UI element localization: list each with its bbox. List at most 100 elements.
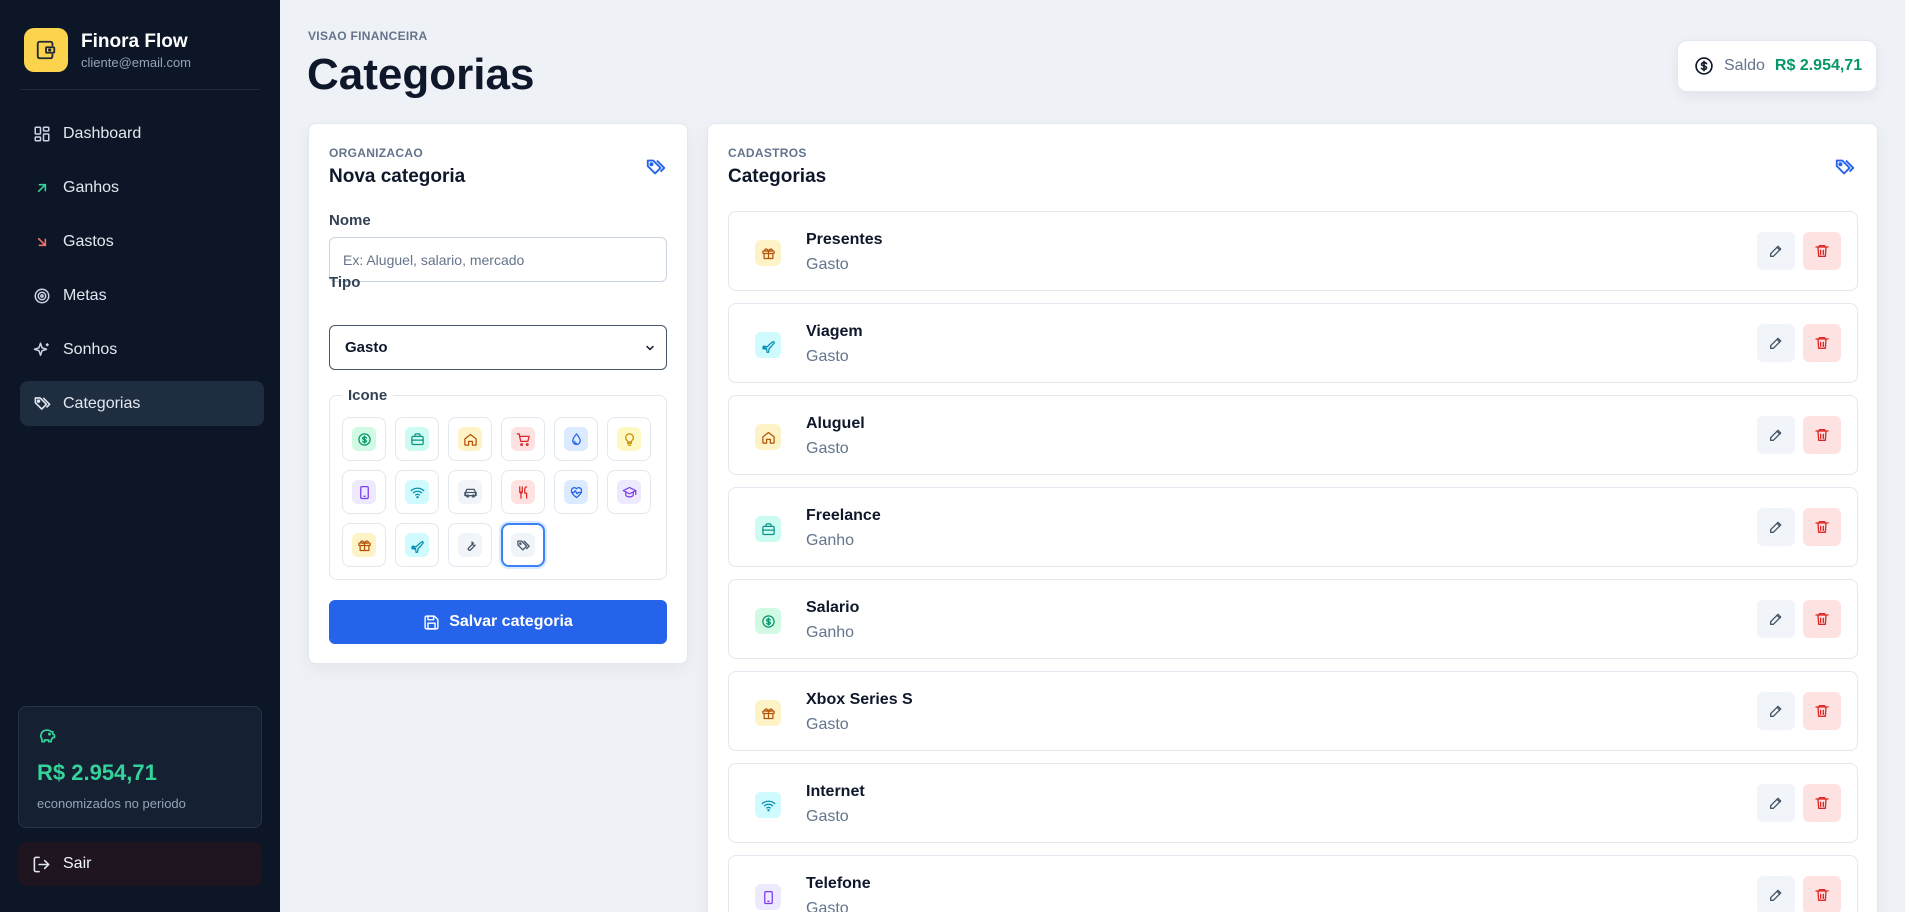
icon-option-dollar[interactable]	[342, 417, 386, 461]
category-type-select[interactable]: Gasto	[329, 325, 667, 370]
category-name: Salario	[806, 599, 860, 616]
delete-button[interactable]	[1803, 876, 1841, 912]
balance-badge: Saldo R$ 2.954,71	[1677, 40, 1877, 92]
icon-option-tag[interactable]	[501, 523, 545, 567]
edit-button[interactable]	[1757, 232, 1795, 270]
list-item: Internet Gasto	[728, 763, 1858, 843]
edit-button[interactable]	[1757, 324, 1795, 362]
cart-icon	[511, 427, 535, 451]
icon-option-heart-pulse[interactable]	[554, 470, 598, 514]
category-type: Gasto	[806, 348, 849, 365]
home-icon	[755, 424, 781, 450]
icon-option-wifi[interactable]	[395, 470, 439, 514]
list-item: Xbox Series S Gasto	[728, 671, 1858, 751]
edit-button[interactable]	[1757, 876, 1795, 912]
gift-icon	[755, 240, 781, 266]
icon-option-wrench[interactable]	[448, 523, 492, 567]
delete-button[interactable]	[1803, 508, 1841, 546]
card-eyebrow: ORGANIZACAO	[329, 146, 423, 160]
delete-button[interactable]	[1803, 600, 1841, 638]
new-category-card: ORGANIZACAO Nova categoria Nome Tipo Gas…	[308, 123, 688, 664]
icon-option-utensils[interactable]	[501, 470, 545, 514]
trash-icon	[1814, 335, 1830, 351]
card-title: Categorias	[728, 166, 827, 187]
dashboard-icon	[32, 124, 52, 144]
plane-icon	[405, 533, 429, 557]
savings-amount: R$ 2.954,71	[37, 760, 157, 785]
wrench-icon	[458, 533, 482, 557]
icon-option-gift[interactable]	[342, 523, 386, 567]
utensils-icon	[511, 480, 535, 504]
balance-label: Saldo	[1724, 57, 1765, 74]
trash-icon	[1814, 703, 1830, 719]
select-value: Gasto	[345, 339, 388, 356]
sidebar-item-sonhos[interactable]: Sonhos	[20, 327, 264, 372]
icon-option-droplet[interactable]	[554, 417, 598, 461]
category-name: Xbox Series S	[806, 691, 913, 708]
chevron-down-icon	[644, 342, 656, 354]
sidebar-item-dashboard[interactable]: Dashboard	[20, 111, 264, 156]
dollar-icon	[352, 427, 376, 451]
delete-button[interactable]	[1803, 416, 1841, 454]
delete-button[interactable]	[1803, 784, 1841, 822]
sidebar-item-label: Ganhos	[63, 178, 120, 196]
sidebar-item-label: Categorias	[63, 394, 141, 412]
list-item: Viagem Gasto	[728, 303, 1858, 383]
sidebar-nav: Dashboard Ganhos Gastos Metas Sonhos Cat…	[20, 111, 264, 435]
delete-button[interactable]	[1803, 692, 1841, 730]
sidebar-item-label: Sonhos	[63, 340, 118, 358]
edit-button[interactable]	[1757, 600, 1795, 638]
gift-icon	[352, 533, 376, 557]
list-item: Salario Ganho	[728, 579, 1858, 659]
sidebar-item-gastos[interactable]: Gastos	[20, 219, 264, 264]
icon-option-plane[interactable]	[395, 523, 439, 567]
icon-legend: Icone	[342, 387, 394, 404]
sidebar-item-ganhos[interactable]: Ganhos	[20, 165, 264, 210]
trash-icon	[1814, 611, 1830, 627]
category-type: Gasto	[806, 808, 849, 825]
icon-option-smartphone[interactable]	[342, 470, 386, 514]
trash-icon	[1814, 519, 1830, 535]
name-label: Nome	[329, 212, 371, 229]
category-list: Presentes Gasto Viagem Gasto Aluguel Gasto Fre…	[728, 211, 1858, 912]
arrow-down-right-icon	[32, 232, 52, 252]
pencil-icon	[1768, 335, 1784, 351]
list-item: Aluguel Gasto	[728, 395, 1858, 475]
sidebar-item-metas[interactable]: Metas	[20, 273, 264, 318]
delete-button[interactable]	[1803, 324, 1841, 362]
icon-option-home[interactable]	[448, 417, 492, 461]
smartphone-icon	[352, 480, 376, 504]
trash-icon	[1814, 243, 1830, 259]
trash-icon	[1814, 427, 1830, 443]
edit-button[interactable]	[1757, 692, 1795, 730]
save-category-button[interactable]: Salvar categoria	[329, 600, 667, 644]
icon-option-cart[interactable]	[501, 417, 545, 461]
tags-icon	[32, 394, 52, 414]
delete-button[interactable]	[1803, 232, 1841, 270]
pencil-icon	[1768, 703, 1784, 719]
edit-button[interactable]	[1757, 508, 1795, 546]
edit-button[interactable]	[1757, 784, 1795, 822]
save-icon	[423, 614, 440, 631]
sidebar-item-categorias[interactable]: Categorias	[20, 381, 264, 426]
list-item: Telefone Gasto	[728, 855, 1858, 912]
piggy-bank-icon	[37, 725, 243, 750]
category-name: Telefone	[806, 875, 871, 892]
icon-option-car[interactable]	[448, 470, 492, 514]
wallet-icon	[24, 28, 68, 72]
tag-icon	[511, 533, 535, 557]
smartphone-icon	[755, 884, 781, 910]
icon-option-graduation-cap[interactable]	[607, 470, 651, 514]
pencil-icon	[1768, 243, 1784, 259]
edit-button[interactable]	[1757, 416, 1795, 454]
logout-button[interactable]: Sair	[18, 842, 262, 886]
heart-pulse-icon	[564, 480, 588, 504]
car-icon	[458, 480, 482, 504]
icon-option-lightbulb[interactable]	[607, 417, 651, 461]
pencil-icon	[1768, 795, 1784, 811]
pencil-icon	[1768, 427, 1784, 443]
sidebar-item-label: Dashboard	[63, 124, 142, 142]
category-name-input[interactable]	[329, 237, 667, 282]
categories-card: CADASTROS Categorias Presentes Gasto Viage…	[707, 123, 1878, 912]
icon-option-briefcase[interactable]	[395, 417, 439, 461]
